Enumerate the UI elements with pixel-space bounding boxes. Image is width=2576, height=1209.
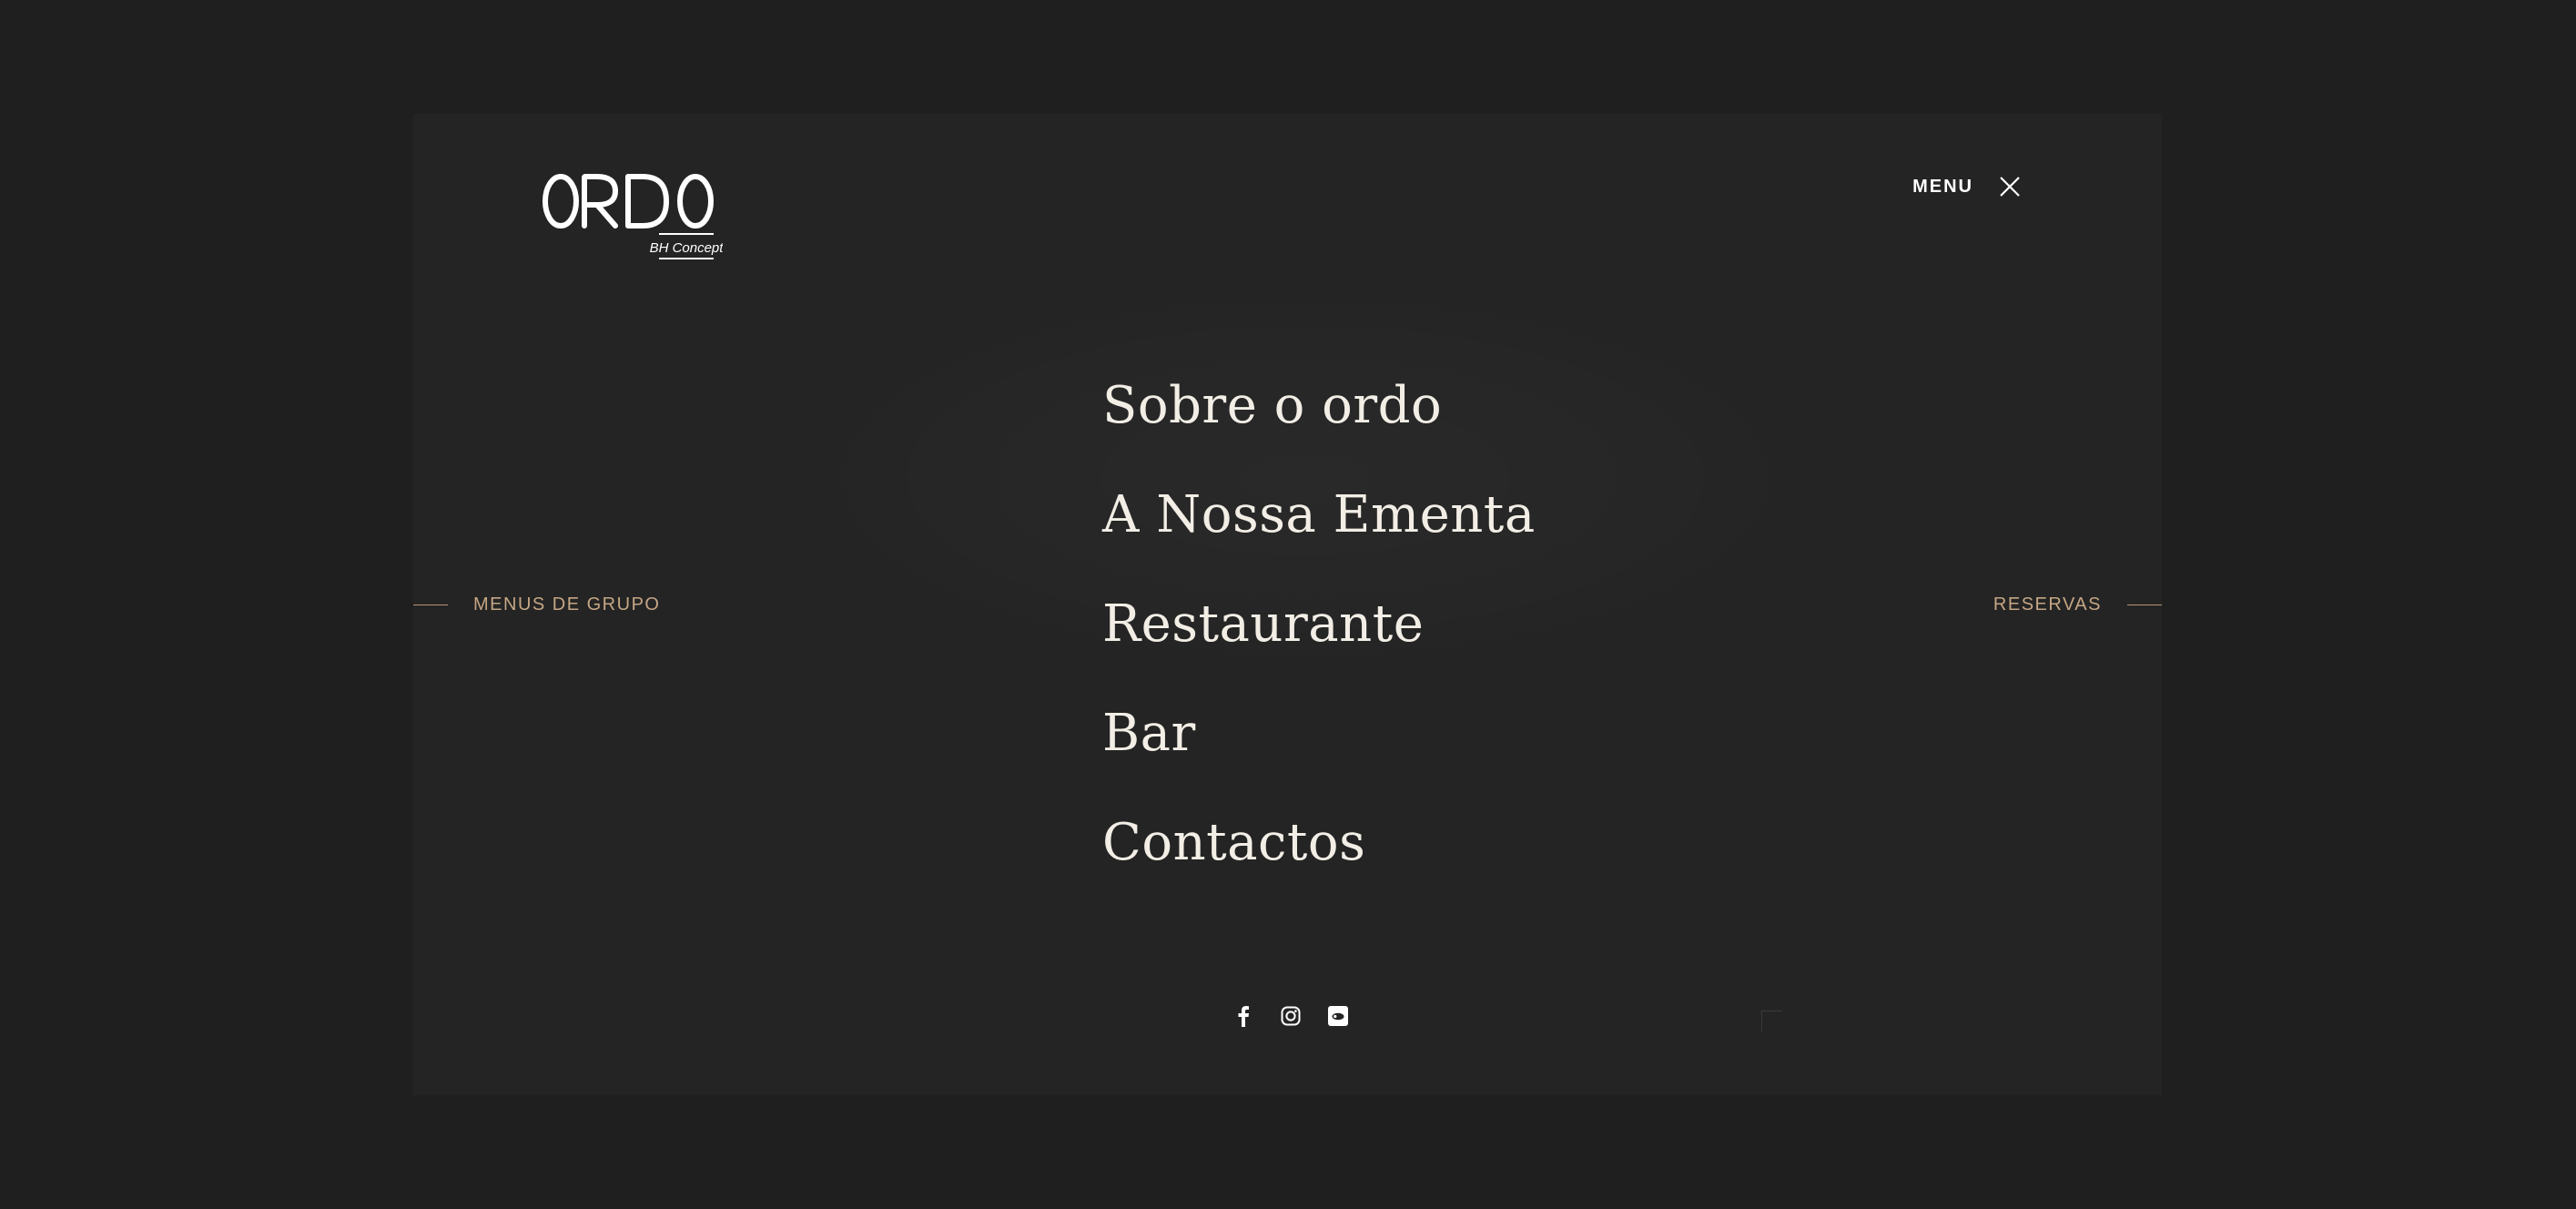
ordo-logo-icon: BH Concept [543,174,723,259]
nav-item-restaurante: Restaurante [1102,569,1536,678]
nav-item-ementa: A Nossa Ementa [1102,460,1536,569]
menus-de-grupo-label: MENUS DE GRUPO [473,594,661,615]
page: BH Concept MENU MENUS DE GRUPO RESERVAS [0,0,2576,1209]
nav-link-restaurante[interactable]: Restaurante [1102,594,1424,654]
menu-toggle-button[interactable]: MENU [1912,176,2021,198]
divider-line [2127,604,2162,605]
nav-item-sobre: Sobre o ordo [1102,351,1536,460]
nav-item-bar: Bar [1102,678,1536,787]
nav-link-bar[interactable]: Bar [1102,704,1196,763]
decorative-corner [1761,1011,1782,1031]
menu-overlay-panel: BH Concept MENU MENUS DE GRUPO RESERVAS [413,114,2162,1095]
reservas-label: RESERVAS [1993,594,2102,615]
social-links [1232,1005,1349,1027]
nav-link-sobre-o-ordo[interactable]: Sobre o ordo [1102,376,1442,435]
brand-logo[interactable]: BH Concept [541,170,723,270]
nav-link-a-nossa-ementa[interactable]: A Nossa Ementa [1102,485,1536,544]
main-navigation: Sobre o ordo A Nossa Ementa Restaurante … [1102,351,1536,897]
instagram-icon[interactable] [1280,1005,1302,1027]
menus-de-grupo-link[interactable]: MENUS DE GRUPO [413,594,660,615]
close-icon[interactable] [1999,176,2021,198]
reservas-link[interactable]: RESERVAS [1993,594,2162,615]
brand-tagline: BH Concept [650,240,723,256]
menu-label: MENU [1912,176,1973,197]
nav-item-contactos: Contactos [1102,787,1536,897]
divider-line [413,604,448,605]
booking-icon[interactable] [1327,1005,1349,1027]
nav-link-contactos[interactable]: Contactos [1102,813,1365,872]
facebook-icon[interactable] [1232,1005,1254,1027]
